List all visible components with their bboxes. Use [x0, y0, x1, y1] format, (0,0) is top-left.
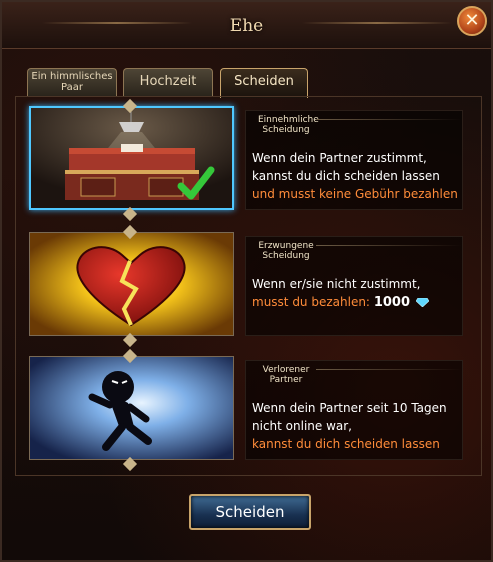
tab-divorce[interactable]: Scheiden: [220, 68, 308, 98]
cost-value: 1000: [373, 295, 410, 310]
diamond-icon: [415, 298, 429, 307]
marriage-window: Ehe ✕ Ein himmlisches Paar Hochzeit Sche…: [0, 0, 493, 562]
tab-label: Ein himmlisches Paar: [31, 71, 113, 93]
title-divider: [316, 119, 462, 120]
option-text: Wenn dein Partner zustimmt, kannst du di…: [252, 149, 462, 203]
title-divider: [316, 369, 462, 370]
broken-heart-image[interactable]: [29, 232, 234, 336]
option-line: Wenn er/sie nicht zustimmt,: [252, 277, 421, 291]
title-bar: Ehe ✕: [2, 2, 491, 49]
option-description: Einnehmliche Scheidung Wenn dein Partner…: [245, 110, 463, 210]
option-lost-partner[interactable]: Verlorener Partner Wenn dein Partner sei…: [29, 348, 469, 472]
tab-wedding[interactable]: Hochzeit: [123, 68, 213, 96]
option-line: Wenn dein Partner zustimmt, kannst du di…: [252, 151, 440, 183]
divorce-button[interactable]: Scheiden: [189, 494, 311, 530]
fleeing-figure-image[interactable]: [29, 356, 234, 460]
window-title: Ehe: [229, 16, 264, 36]
option-text: Wenn dein Partner seit 10 Tagen nicht on…: [252, 399, 462, 453]
option-description: Verlorener Partner Wenn dein Partner sei…: [245, 360, 463, 460]
tab-heavenly-couple[interactable]: Ein himmlisches Paar: [27, 68, 117, 96]
option-forced-divorce[interactable]: Erzwungene Scheidung Wenn er/sie nicht z…: [29, 224, 469, 348]
close-button[interactable]: ✕: [457, 6, 487, 36]
close-icon: ✕: [464, 10, 480, 31]
option-title: Einnehmliche Scheidung: [258, 115, 319, 135]
option-amicable-divorce[interactable]: Einnehmliche Scheidung Wenn dein Partner…: [29, 98, 469, 222]
title-divider: [316, 245, 462, 246]
option-highlight-line: musst du bezahlen:: [252, 295, 370, 309]
option-title: Verlorener Partner: [262, 365, 310, 385]
option-line: Wenn dein Partner seit 10 Tagen nicht on…: [252, 401, 447, 433]
option-text: Wenn er/sie nicht zustimmt, musst du bez…: [252, 275, 462, 312]
desk-with-lamp-image[interactable]: [29, 106, 234, 210]
tab-label: Scheiden: [234, 74, 294, 89]
option-highlight-line: und musst keine Gebühr bezahlen: [252, 187, 458, 201]
option-description: Erzwungene Scheidung Wenn er/sie nicht z…: [245, 236, 463, 336]
option-title: Erzwungene Scheidung: [258, 241, 314, 261]
tab-label: Hochzeit: [139, 74, 197, 89]
option-highlight-line: kannst du dich scheiden lassen: [252, 437, 440, 451]
